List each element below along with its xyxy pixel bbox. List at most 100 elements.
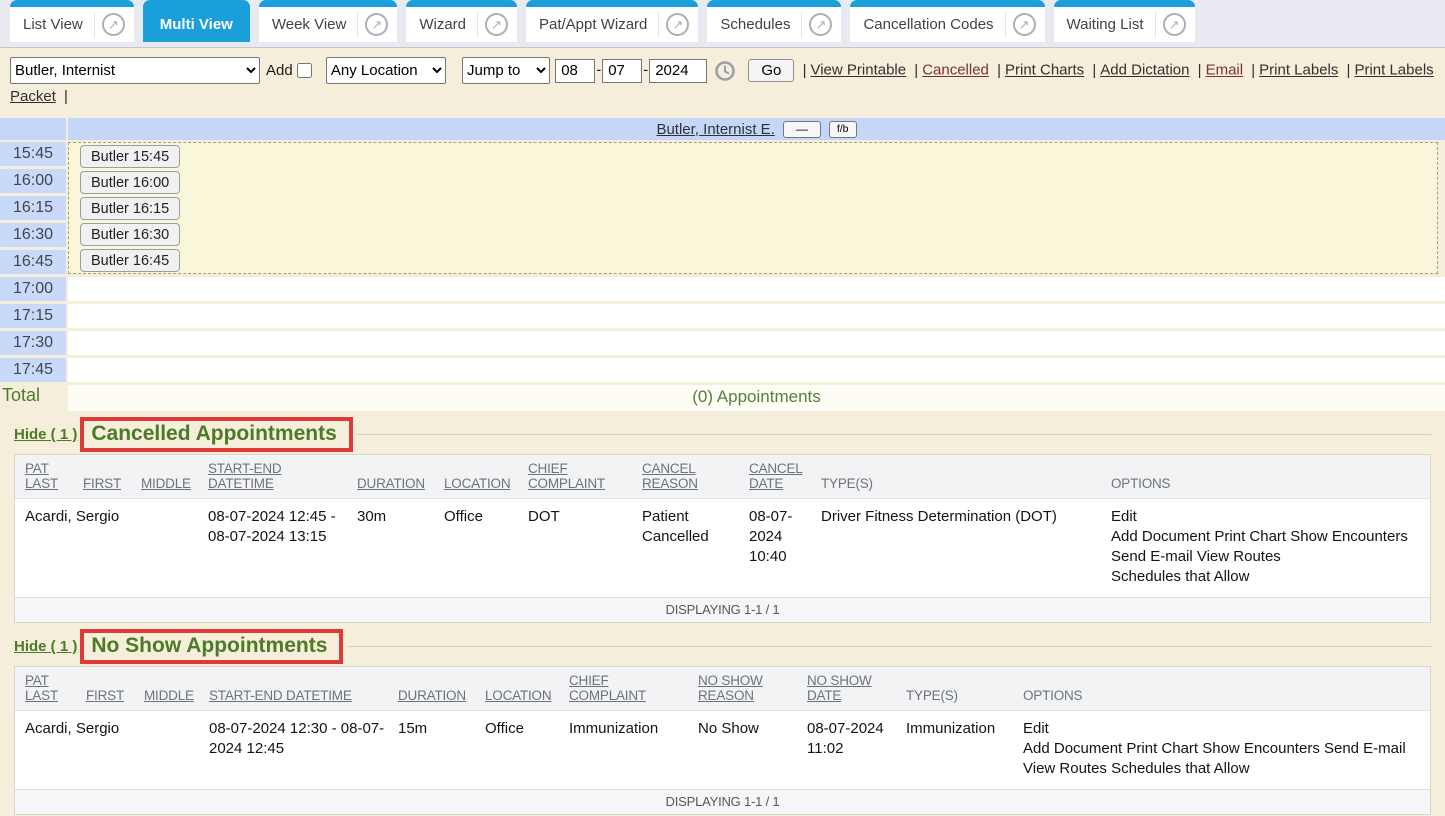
tab-label: Waiting List: [1067, 16, 1155, 33]
tab-list-view[interactable]: List View ↗: [10, 0, 134, 42]
tab-label: Schedules: [720, 16, 801, 33]
external-link-icon[interactable]: ↗: [1013, 13, 1036, 36]
closed-slot-row: [68, 331, 1445, 355]
link-add-dictation[interactable]: Add Dictation: [1100, 62, 1189, 79]
external-link-icon[interactable]: ↗: [102, 13, 125, 36]
link-cancelled[interactable]: Cancelled: [922, 62, 989, 79]
add-checkbox[interactable]: [297, 63, 312, 78]
option-edit[interactable]: Edit: [1111, 507, 1420, 527]
time-label: 16:45: [0, 250, 66, 274]
col-location[interactable]: LOCATION: [485, 688, 569, 703]
open-slots-area[interactable]: Butler 15:45 Butler 16:00 Butler 16:15 B…: [68, 142, 1438, 274]
tab-schedules[interactable]: Schedules ↗: [707, 0, 841, 42]
option-actions[interactable]: Add Document Print Chart Show Encounters…: [1023, 739, 1420, 779]
col-middle[interactable]: MIDDLE: [144, 688, 209, 703]
slot-button[interactable]: Butler 16:00: [80, 171, 180, 194]
tab-cancellation-codes[interactable]: Cancellation Codes ↗: [850, 0, 1044, 42]
location-select[interactable]: Any Location: [326, 57, 446, 84]
col-location[interactable]: LOCATION: [444, 476, 528, 491]
external-link-icon[interactable]: ↗: [365, 13, 388, 36]
cell-datetime: 08-07-2024 12:45 - 08-07-2024 13:15: [208, 507, 357, 587]
tab-label: Multi View: [160, 16, 233, 33]
link-view-printable[interactable]: View Printable: [810, 62, 906, 79]
cancelled-table: PAT LAST FIRST MIDDLE START-END DATETIME…: [14, 454, 1431, 623]
col-chief-complaint[interactable]: CHIEF COMPLAINT: [569, 673, 698, 703]
go-button[interactable]: Go: [748, 59, 794, 82]
cell-duration: 15m: [398, 719, 485, 779]
option-actions[interactable]: Add Document Print Chart Show Encounters…: [1111, 527, 1420, 567]
col-chief-complaint[interactable]: CHIEF COMPLAINT: [528, 461, 642, 491]
link-print-labels[interactable]: Print Labels: [1259, 62, 1338, 79]
tab-label: List View: [23, 16, 94, 33]
date-day-input[interactable]: [602, 59, 642, 83]
cell-location: Office: [485, 719, 569, 779]
tab-waiting-list[interactable]: Waiting List ↗: [1054, 0, 1195, 42]
slot-button[interactable]: Butler 16:15: [80, 197, 180, 220]
cancelled-section-title: Cancelled Appointments: [91, 422, 336, 445]
cell-no-show-reason: No Show: [698, 719, 807, 779]
tab-divider: [658, 12, 659, 38]
link-separator: |: [1198, 62, 1202, 79]
col-cancel-date[interactable]: CANCEL DATE: [749, 461, 821, 491]
col-first[interactable]: FIRST: [86, 688, 144, 703]
col-start-end[interactable]: START-END DATETIME: [208, 461, 357, 491]
appointment-column: Butler 15:45 Butler 16:00 Butler 16:15 B…: [68, 142, 1445, 385]
no-show-table-row: Acardi, Sergio 08-07-2024 12:30 - 08-07-…: [15, 711, 1430, 789]
external-link-icon[interactable]: ↗: [485, 13, 508, 36]
tab-label: Week View: [272, 16, 357, 33]
tab-pat-appt-wizard[interactable]: Pat/Appt Wizard ↗: [526, 0, 698, 42]
tab-divider: [801, 12, 802, 38]
slot-button[interactable]: Butler 16:45: [80, 249, 180, 272]
provider-column-link[interactable]: Butler, Internist E.: [656, 121, 774, 138]
col-no-show-reason[interactable]: NO SHOW REASON: [698, 673, 807, 703]
cell-patient-name[interactable]: Acardi, Sergio: [25, 507, 208, 587]
collapse-column-button[interactable]: —: [783, 121, 821, 138]
tab-label: Wizard: [419, 16, 477, 33]
link-email[interactable]: Email: [1206, 62, 1244, 79]
col-first[interactable]: FIRST: [83, 476, 141, 491]
col-no-show-date[interactable]: NO SHOW DATE: [807, 673, 906, 703]
total-cell: (0) Appointments: [68, 385, 1445, 411]
time-label: 16:15: [0, 196, 66, 220]
jump-to-select[interactable]: Jump to: [462, 57, 550, 84]
cell-location: Office: [444, 507, 528, 587]
time-label: 17:00: [0, 277, 66, 301]
tab-wizard[interactable]: Wizard ↗: [406, 0, 517, 42]
col-start-end[interactable]: START-END DATETIME: [209, 688, 398, 703]
external-link-icon[interactable]: ↗: [666, 13, 689, 36]
clock-icon[interactable]: [714, 60, 736, 82]
col-middle[interactable]: MIDDLE: [141, 476, 208, 491]
cell-cancel-date: 08-07-2024 10:40: [749, 507, 821, 587]
time-column: 15:45 16:00 16:15 16:30 16:45 17:00 17:1…: [0, 142, 66, 385]
col-pat-last[interactable]: PAT LAST: [25, 673, 86, 703]
slot-button[interactable]: Butler 16:30: [80, 223, 180, 246]
section-divider: [347, 646, 1431, 647]
link-print-charts[interactable]: Print Charts: [1005, 62, 1084, 79]
col-duration[interactable]: DURATION: [398, 688, 485, 703]
col-options: OPTIONS: [1111, 476, 1430, 491]
time-label: 17:45: [0, 358, 66, 382]
fb-button[interactable]: f/b: [829, 121, 857, 138]
tab-label: Cancellation Codes: [863, 16, 1004, 33]
option-schedules-that-allow[interactable]: Schedules that Allow: [1111, 567, 1420, 587]
tab-multi-view[interactable]: Multi View: [143, 0, 250, 42]
cancelled-table-row: Acardi, Sergio 08-07-2024 12:45 - 08-07-…: [15, 499, 1430, 597]
annotation-box: No Show Appointments: [80, 629, 343, 664]
external-link-icon[interactable]: ↗: [809, 13, 832, 36]
date-month-input[interactable]: [555, 59, 595, 83]
provider-select[interactable]: Butler, Internist: [10, 57, 260, 84]
date-year-input[interactable]: [649, 59, 707, 83]
col-pat-last[interactable]: PAT LAST: [25, 461, 83, 491]
no-show-table: PAT LAST FIRST MIDDLE START-END DATETIME…: [14, 666, 1431, 815]
col-cancel-reason[interactable]: CANCEL REASON: [642, 461, 749, 491]
cell-chief-complaint: Immunization: [569, 719, 698, 779]
hide-no-show-link[interactable]: Hide ( 1 ): [14, 638, 77, 655]
slot-button[interactable]: Butler 15:45: [80, 145, 180, 168]
hide-cancelled-link[interactable]: Hide ( 1 ): [14, 426, 77, 443]
col-duration[interactable]: DURATION: [357, 476, 444, 491]
cell-patient-name[interactable]: Acardi, Sergio: [25, 719, 209, 779]
option-edit[interactable]: Edit: [1023, 719, 1420, 739]
external-link-icon[interactable]: ↗: [1163, 13, 1186, 36]
tab-week-view[interactable]: Week View ↗: [259, 0, 397, 42]
cancelled-table-header: PAT LAST FIRST MIDDLE START-END DATETIME…: [15, 455, 1430, 499]
